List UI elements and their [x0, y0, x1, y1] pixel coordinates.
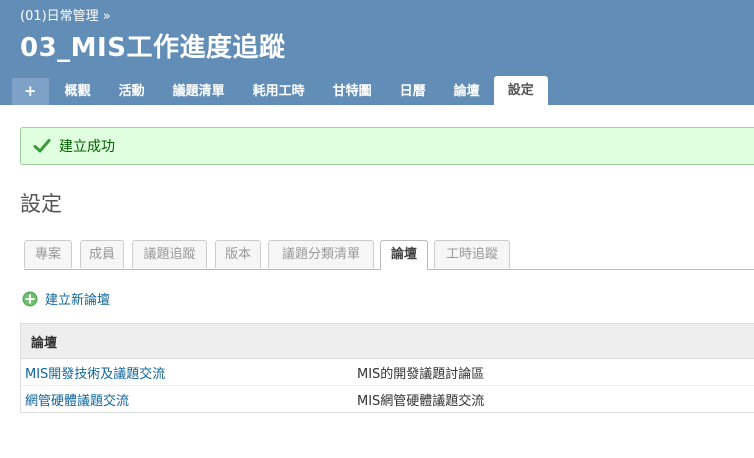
forum-name-link[interactable]: MIS開發技術及議題交流 — [21, 363, 357, 382]
settings-tab-versions[interactable]: 版本 — [215, 240, 261, 268]
settings-tabs: 專案 成員 議題追蹤 版本 議題分類清單 論壇 工時追蹤 — [24, 240, 754, 270]
settings-tab-issue-categories[interactable]: 議題分類清單 — [268, 240, 374, 268]
tab-settings[interactable]: 設定 — [493, 76, 548, 105]
main-menu: + 概觀 活動 議題清單 耗用工時 甘特圖 日曆 論壇 設定 — [12, 76, 548, 105]
tab-overview[interactable]: 概觀 — [51, 78, 105, 105]
breadcrumb: (01)日常管理» — [20, 5, 111, 24]
add-icon — [22, 291, 38, 306]
tab-calendar[interactable]: 日曆 — [386, 78, 440, 105]
project-title: 03_MIS工作進度追蹤 — [20, 33, 286, 63]
tab-issues[interactable]: 議題清單 — [159, 78, 239, 105]
settings-tab-project[interactable]: 專案 — [24, 240, 72, 268]
new-object-button[interactable]: + — [12, 78, 49, 105]
tab-gantt[interactable]: 甘特圖 — [319, 78, 386, 105]
new-forum-link[interactable]: 建立新論壇 — [22, 289, 110, 308]
table-row: MIS開發技術及議題交流 MIS的開發議題討論區 — [21, 359, 754, 386]
settings-tab-trackers[interactable]: 議題追蹤 — [132, 240, 207, 268]
page-title: 設定 — [20, 192, 62, 216]
forums-table: 論壇 MIS開發技術及議題交流 MIS的開發議題討論區 網管硬體議題交流 MIS… — [20, 323, 754, 413]
settings-tab-members[interactable]: 成員 — [80, 240, 124, 268]
breadcrumb-parent-link[interactable]: (01)日常管理 — [20, 9, 99, 24]
table-header: 論壇 — [21, 324, 754, 359]
tab-spent-time[interactable]: 耗用工時 — [239, 78, 319, 105]
tab-forums[interactable]: 論壇 — [440, 78, 494, 105]
column-header-forum: 論壇 — [31, 335, 58, 351]
new-forum-label: 建立新論壇 — [45, 293, 111, 308]
flash-message: 建立成功 — [59, 139, 115, 155]
project-header: (01)日常管理» 03_MIS工作進度追蹤 + 概觀 活動 議題清單 耗用工時… — [0, 0, 754, 105]
table-row: 網管硬體議題交流 MIS網管硬體議題交流 — [21, 386, 754, 412]
forum-description: MIS網管硬體議題交流 — [357, 393, 485, 409]
forum-description: MIS的開發議題討論區 — [357, 366, 485, 382]
forum-name-link[interactable]: 網管硬體議題交流 — [21, 390, 357, 409]
tab-activity[interactable]: 活動 — [105, 78, 159, 105]
settings-tab-forums[interactable]: 論壇 — [380, 240, 428, 270]
settings-tab-time-tracking[interactable]: 工時追蹤 — [434, 240, 510, 268]
check-icon — [33, 139, 51, 153]
success-flash: 建立成功 — [20, 127, 754, 165]
breadcrumb-separator: » — [102, 9, 111, 24]
